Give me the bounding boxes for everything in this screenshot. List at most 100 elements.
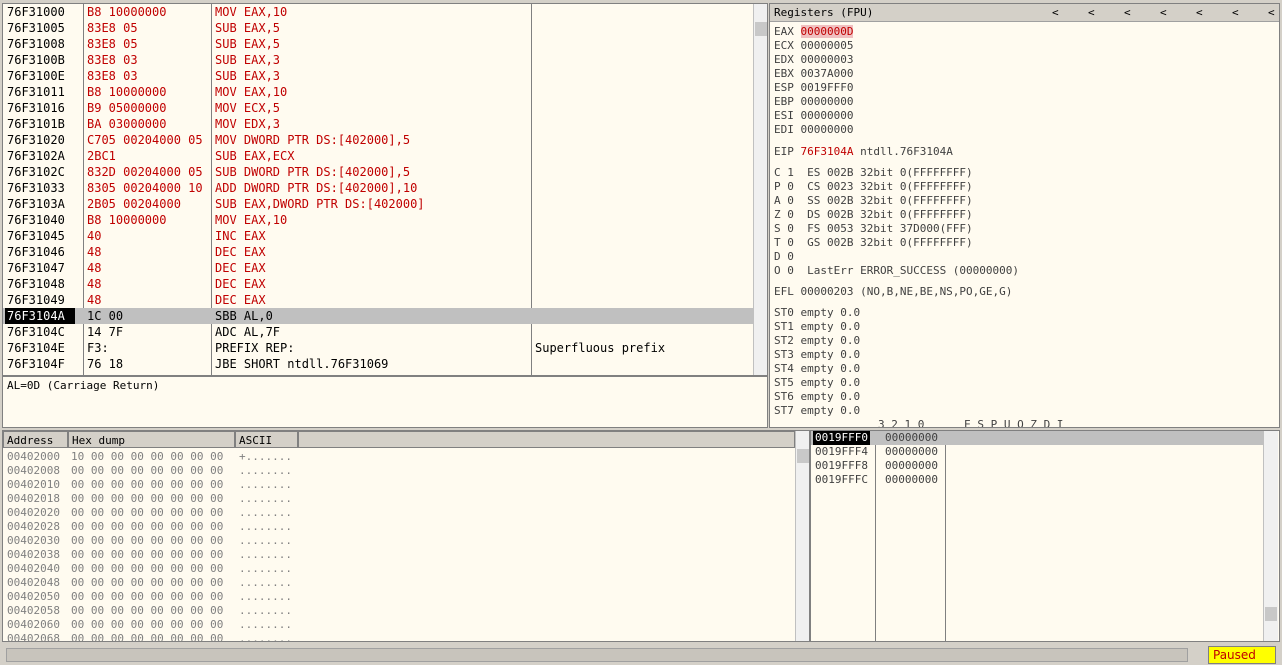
- dump-hex: 00 00 00 00 00 00 00 00: [71, 534, 224, 547]
- scrollbar-thumb[interactable]: [797, 449, 809, 463]
- arrow-left-icon[interactable]: <: [1268, 6, 1275, 19]
- instruction-text: INC EAX: [215, 229, 266, 243]
- register-value[interactable]: 00000000: [801, 95, 854, 108]
- disassembly-row[interactable]: 76F3102C 832D 00204000 05 SUB DWORD PTR DS…: [3, 164, 753, 180]
- dump-address: 00402030: [7, 534, 60, 547]
- disassembly-row[interactable]: 76F31045 40 INC EAX: [3, 228, 753, 244]
- dump-hex: 00 00 00 00 00 00 00 00: [71, 520, 224, 533]
- register-name: EDI: [774, 123, 794, 136]
- dump-ascii: ........: [239, 632, 292, 642]
- register-value[interactable]: 00000003: [801, 53, 854, 66]
- register-value[interactable]: 00000000: [801, 123, 854, 136]
- stack-address: 0019FFF4: [815, 445, 868, 458]
- disassembly-row[interactable]: 76F3104F 76 18 JBE SHORT ntdll.76F31069: [3, 356, 753, 372]
- dump-header-address[interactable]: Address: [3, 431, 68, 448]
- arrow-left-icon[interactable]: <: [1232, 6, 1239, 19]
- disassembly-row[interactable]: 76F31047 48 DEC EAX: [3, 260, 753, 276]
- disassembly-row[interactable]: 76F3100E 83E8 03 SUB EAX,3: [3, 68, 753, 84]
- dump-header-hex[interactable]: Hex dump: [68, 431, 235, 448]
- instruction-address: 76F3100E: [7, 69, 65, 83]
- registers-pane[interactable]: Registers (FPU) < < < < < < < EAX 0000000D ECX …: [769, 3, 1280, 428]
- disassembly-row[interactable]: 76F3104E F3: PREFIX REP: Superfluous prefix: [3, 340, 753, 356]
- stack-address: 0019FFF0: [813, 431, 870, 445]
- disassembly-row[interactable]: 76F31033 8305 00204000 10 ADD DWORD PTR DS…: [3, 180, 753, 196]
- disassembly-row[interactable]: 76F3104C 14 7F ADC AL,7F: [3, 324, 753, 340]
- disassembly-row[interactable]: 76F31005 83E8 05 SUB EAX,5: [3, 20, 753, 36]
- disassembly-row[interactable]: 76F3100B 83E8 03 SUB EAX,3: [3, 52, 753, 68]
- disassembly-row[interactable]: 76F3103A 2B05 00204000 SUB EAX,DWORD PTR D…: [3, 196, 753, 212]
- disassembly-pane[interactable]: 76F31000 B8 10000000 MOV EAX,10 76F31005 83E…: [2, 3, 768, 376]
- register-name: EDX: [774, 53, 794, 66]
- scrollbar-thumb[interactable]: [755, 22, 767, 36]
- dump-ascii: ........: [239, 464, 292, 477]
- register-ebp: EBP 00000000: [774, 95, 853, 109]
- instruction-text: DEC EAX: [215, 261, 266, 275]
- dump-ascii: ........: [239, 590, 292, 603]
- dump-hex: 00 00 00 00 00 00 00 00: [71, 548, 224, 561]
- dump-scrollbar[interactable]: [795, 431, 809, 641]
- arrow-left-icon[interactable]: <: [1160, 6, 1167, 19]
- instruction-address: 76F31047: [7, 261, 65, 275]
- disassembly-row[interactable]: 76F3104A 1C 00 SBB AL,0: [3, 308, 753, 324]
- register-ebx: EBX 0037A000: [774, 67, 853, 81]
- disassembly-row[interactable]: 76F31016 B9 05000000 MOV ECX,5: [3, 100, 753, 116]
- disassembly-row[interactable]: 76F31046 48 DEC EAX: [3, 244, 753, 260]
- dump-ascii: ........: [239, 492, 292, 505]
- scrollbar-thumb[interactable]: [1265, 607, 1277, 621]
- instruction-text: SUB EAX,5: [215, 37, 281, 51]
- disassembly-row[interactable]: 76F31011 B8 10000000 MOV EAX,10: [3, 84, 753, 100]
- instruction-address: 76F31000: [7, 5, 65, 19]
- register-comment: ntdll.76F3104A: [860, 145, 953, 158]
- dump-hex: 00 00 00 00 00 00 00 00: [71, 590, 224, 603]
- disassembly-row[interactable]: 76F31040 B8 10000000 MOV EAX,10: [3, 212, 753, 228]
- disassembly-row[interactable]: 76F31020 C705 00204000 05 MOV DWORD PTR DS…: [3, 132, 753, 148]
- stack-value: 00000000: [885, 473, 938, 486]
- fpu-register-line: ST0 empty 0.0: [774, 306, 861, 319]
- instruction-bytes: 83E8 05: [87, 21, 138, 35]
- instruction-text: MOV ECX,5: [215, 101, 281, 115]
- disassembly-scrollbar[interactable]: [753, 4, 767, 375]
- instruction-text: SUB EAX,3: [215, 69, 281, 83]
- registers-header[interactable]: Registers (FPU) < < < < < < <: [770, 4, 1279, 22]
- register-value[interactable]: 0037A000: [801, 67, 854, 80]
- register-value[interactable]: 0019FFF0: [801, 81, 854, 94]
- disassembly-row[interactable]: 76F31049 48 DEC EAX: [3, 292, 753, 308]
- dump-hex: 00 00 00 00 00 00 00 00: [71, 576, 224, 589]
- register-eax: EAX 0000000D: [774, 25, 854, 39]
- flag-segment-line: C 1 ES 002B 32bit 0(FFFFFFFF): [774, 166, 973, 179]
- flag-segment-line: P 0 CS 0023 32bit 0(FFFFFFFF): [774, 180, 973, 193]
- instruction-text: SBB AL,0: [215, 309, 273, 323]
- memory-dump-pane[interactable]: Address Hex dump ASCII 00402000 10 00 00 …: [2, 430, 810, 642]
- disassembly-row[interactable]: 76F3101B BA 03000000 MOV EDX,3: [3, 116, 753, 132]
- instruction-bytes: 76 18: [87, 357, 124, 371]
- disassembly-row[interactable]: 76F31008 83E8 05 SUB EAX,5: [3, 36, 753, 52]
- disassembly-row[interactable]: 76F31048 48 DEC EAX: [3, 276, 753, 292]
- dump-address: 00402028: [7, 520, 60, 533]
- fpu-register-line: ST4 empty 0.0: [774, 362, 861, 375]
- register-name: EBP: [774, 95, 794, 108]
- instruction-address: 76F3104F: [7, 357, 65, 371]
- instruction-address: 76F31045: [7, 229, 65, 243]
- dump-hex: 00 00 00 00 00 00 00 00: [71, 492, 224, 505]
- register-name: ESI: [774, 109, 794, 122]
- register-value[interactable]: 00000005: [801, 39, 854, 52]
- stack-scrollbar[interactable]: [1263, 431, 1278, 641]
- instruction-address: 76F3102A: [7, 149, 65, 163]
- info-pane: AL=0D (Carriage Return): [2, 376, 768, 428]
- fpu-register-line: ST6 empty 0.0: [774, 390, 861, 403]
- dump-header-ascii[interactable]: ASCII: [235, 431, 298, 448]
- stack-pane[interactable]: 0019FFF0 00000000 0019FFF4 00000000 0019FFF8…: [810, 430, 1280, 642]
- arrow-left-icon[interactable]: <: [1196, 6, 1203, 19]
- register-value[interactable]: 76F3104A: [801, 145, 854, 158]
- register-value[interactable]: 0000000D: [800, 25, 854, 38]
- instruction-bytes: 48: [87, 261, 102, 275]
- disassembly-row[interactable]: 76F3102A 2BC1 SUB EAX,ECX: [3, 148, 753, 164]
- arrow-left-icon[interactable]: <: [1052, 6, 1059, 19]
- arrow-left-icon[interactable]: <: [1088, 6, 1095, 19]
- instruction-bytes: 14 7F: [87, 325, 124, 339]
- disassembly-row[interactable]: 76F31000 B8 10000000 MOV EAX,10: [3, 4, 753, 20]
- arrow-left-icon[interactable]: <: [1124, 6, 1131, 19]
- register-value[interactable]: 00000000: [801, 109, 854, 122]
- dump-ascii: ........: [239, 618, 292, 631]
- dump-hex: 00 00 00 00 00 00 00 00: [71, 506, 224, 519]
